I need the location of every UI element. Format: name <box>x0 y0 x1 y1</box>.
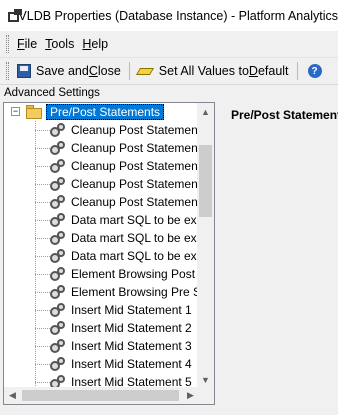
save-icon <box>17 64 31 78</box>
tree-root-label: Pre/Post Statements <box>46 104 165 120</box>
tree-item[interactable]: Insert Mid Statement 3 <box>4 337 199 355</box>
scroll-up-icon[interactable]: ▲ <box>197 103 214 120</box>
tree-item[interactable]: Cleanup Post Statement <box>4 121 199 139</box>
scrollbar-corner <box>197 387 214 404</box>
scroll-thumb[interactable] <box>22 390 179 401</box>
gears-icon <box>50 303 66 317</box>
gears-icon <box>50 267 66 281</box>
toolbar: Save and Close Set All Values to Default… <box>0 57 338 84</box>
gears-icon <box>50 141 66 155</box>
tree-item-label: Insert Mid Statement 2 <box>71 321 192 335</box>
toolbar-separator <box>296 62 298 80</box>
title-bar: VLDB Properties (Database Instance) - Pl… <box>0 0 338 31</box>
tree-item[interactable]: Cleanup Post Statement <box>4 139 199 157</box>
detail-panel: Pre/Post Statements <box>218 102 338 405</box>
tree-root-item[interactable]: − Pre/Post Statements <box>4 103 199 121</box>
tree-item-label: Insert Mid Statement 1 <box>71 303 192 317</box>
gears-icon <box>50 195 66 209</box>
tree-item[interactable]: Cleanup Post Statement <box>4 157 199 175</box>
menu-bar: File Tools Help <box>0 31 338 57</box>
toolbar-grip <box>6 62 9 80</box>
tree-item[interactable]: Cleanup Post Statement 4 <box>4 175 199 193</box>
tree-item-label: Cleanup Post Statement <box>71 195 199 209</box>
tree-horizontal-scrollbar[interactable]: ◀ ▶ <box>4 387 199 404</box>
gears-icon <box>50 285 66 299</box>
menu-tools[interactable]: Tools <box>41 37 78 51</box>
tree-item[interactable]: Insert Mid Statement 4 <box>4 355 199 373</box>
save-and-close-button[interactable]: Save and Close <box>13 60 125 82</box>
tree-item-label: Element Browsing Pre Statement <box>71 285 199 299</box>
gears-icon <box>50 213 66 227</box>
tree-item[interactable]: Insert Mid Statement 2 <box>4 319 199 337</box>
tree-item[interactable]: Element Browsing Pre Statement <box>4 283 199 301</box>
tree-item[interactable]: Insert Mid Statement 5 <box>4 373 199 388</box>
tree-item[interactable]: Cleanup Post Statement <box>4 193 199 211</box>
scroll-left-icon[interactable]: ◀ <box>4 387 21 404</box>
tree-item[interactable]: Data mart SQL to be executed <box>4 229 199 247</box>
gears-icon <box>50 123 66 137</box>
gears-icon <box>50 159 66 173</box>
menu-file[interactable]: File <box>13 37 41 51</box>
tree-vertical-scrollbar[interactable]: ▲ ▼ <box>197 103 214 388</box>
scroll-down-icon[interactable]: ▼ <box>197 371 214 388</box>
settings-tree[interactable]: − Pre/Post Statements Cleanup Post State… <box>3 102 215 405</box>
detail-title: Pre/Post Statements <box>231 108 338 122</box>
folder-icon <box>26 105 43 119</box>
tree-item-label: Cleanup Post Statement <box>71 123 199 137</box>
tree-item-label: Data mart SQL to be executed <box>71 249 199 263</box>
tree-item[interactable]: Data mart SQL to be executed <box>4 247 199 265</box>
tree-item-label: Data mart SQL to be executed <box>71 231 199 245</box>
collapse-toggle[interactable]: − <box>11 107 20 116</box>
section-label: Advanced Settings <box>0 84 338 101</box>
window-icon <box>8 8 22 23</box>
menu-help[interactable]: Help <box>78 37 112 51</box>
tree-item-label: Element Browsing Post Statement <box>71 267 199 281</box>
set-all-values-to-default-button[interactable]: Set All Values to Default <box>134 60 293 82</box>
eraser-icon <box>135 66 154 77</box>
tree-item[interactable]: Element Browsing Post Statement <box>4 265 199 283</box>
gears-icon <box>50 339 66 353</box>
help-button[interactable]: ? <box>302 60 326 82</box>
help-icon: ? <box>307 64 322 78</box>
tree-item[interactable]: Insert Mid Statement 1 <box>4 301 199 319</box>
tree-item-label: Data mart SQL to be executed <box>71 213 199 227</box>
window-title: VLDB Properties (Database Instance) - Pl… <box>18 8 338 23</box>
tree-rows: − Pre/Post Statements Cleanup Post State… <box>4 103 199 388</box>
gears-icon <box>50 249 66 263</box>
scroll-thumb[interactable] <box>199 145 212 217</box>
tree-item-label: Cleanup Post Statement 4 <box>71 177 199 191</box>
toolbar-separator <box>128 62 130 80</box>
tree-item-label: Insert Mid Statement 3 <box>71 339 192 353</box>
tree-item-label: Cleanup Post Statement <box>71 159 199 173</box>
tree-item-label: Insert Mid Statement 4 <box>71 357 192 371</box>
gears-icon <box>50 231 66 245</box>
gears-icon <box>50 357 66 371</box>
tree-item[interactable]: Data mart SQL to be executed <box>4 211 199 229</box>
gears-icon <box>50 177 66 191</box>
gears-icon <box>50 321 66 335</box>
tree-item-label: Cleanup Post Statement <box>71 141 199 155</box>
menu-grip <box>6 35 9 53</box>
